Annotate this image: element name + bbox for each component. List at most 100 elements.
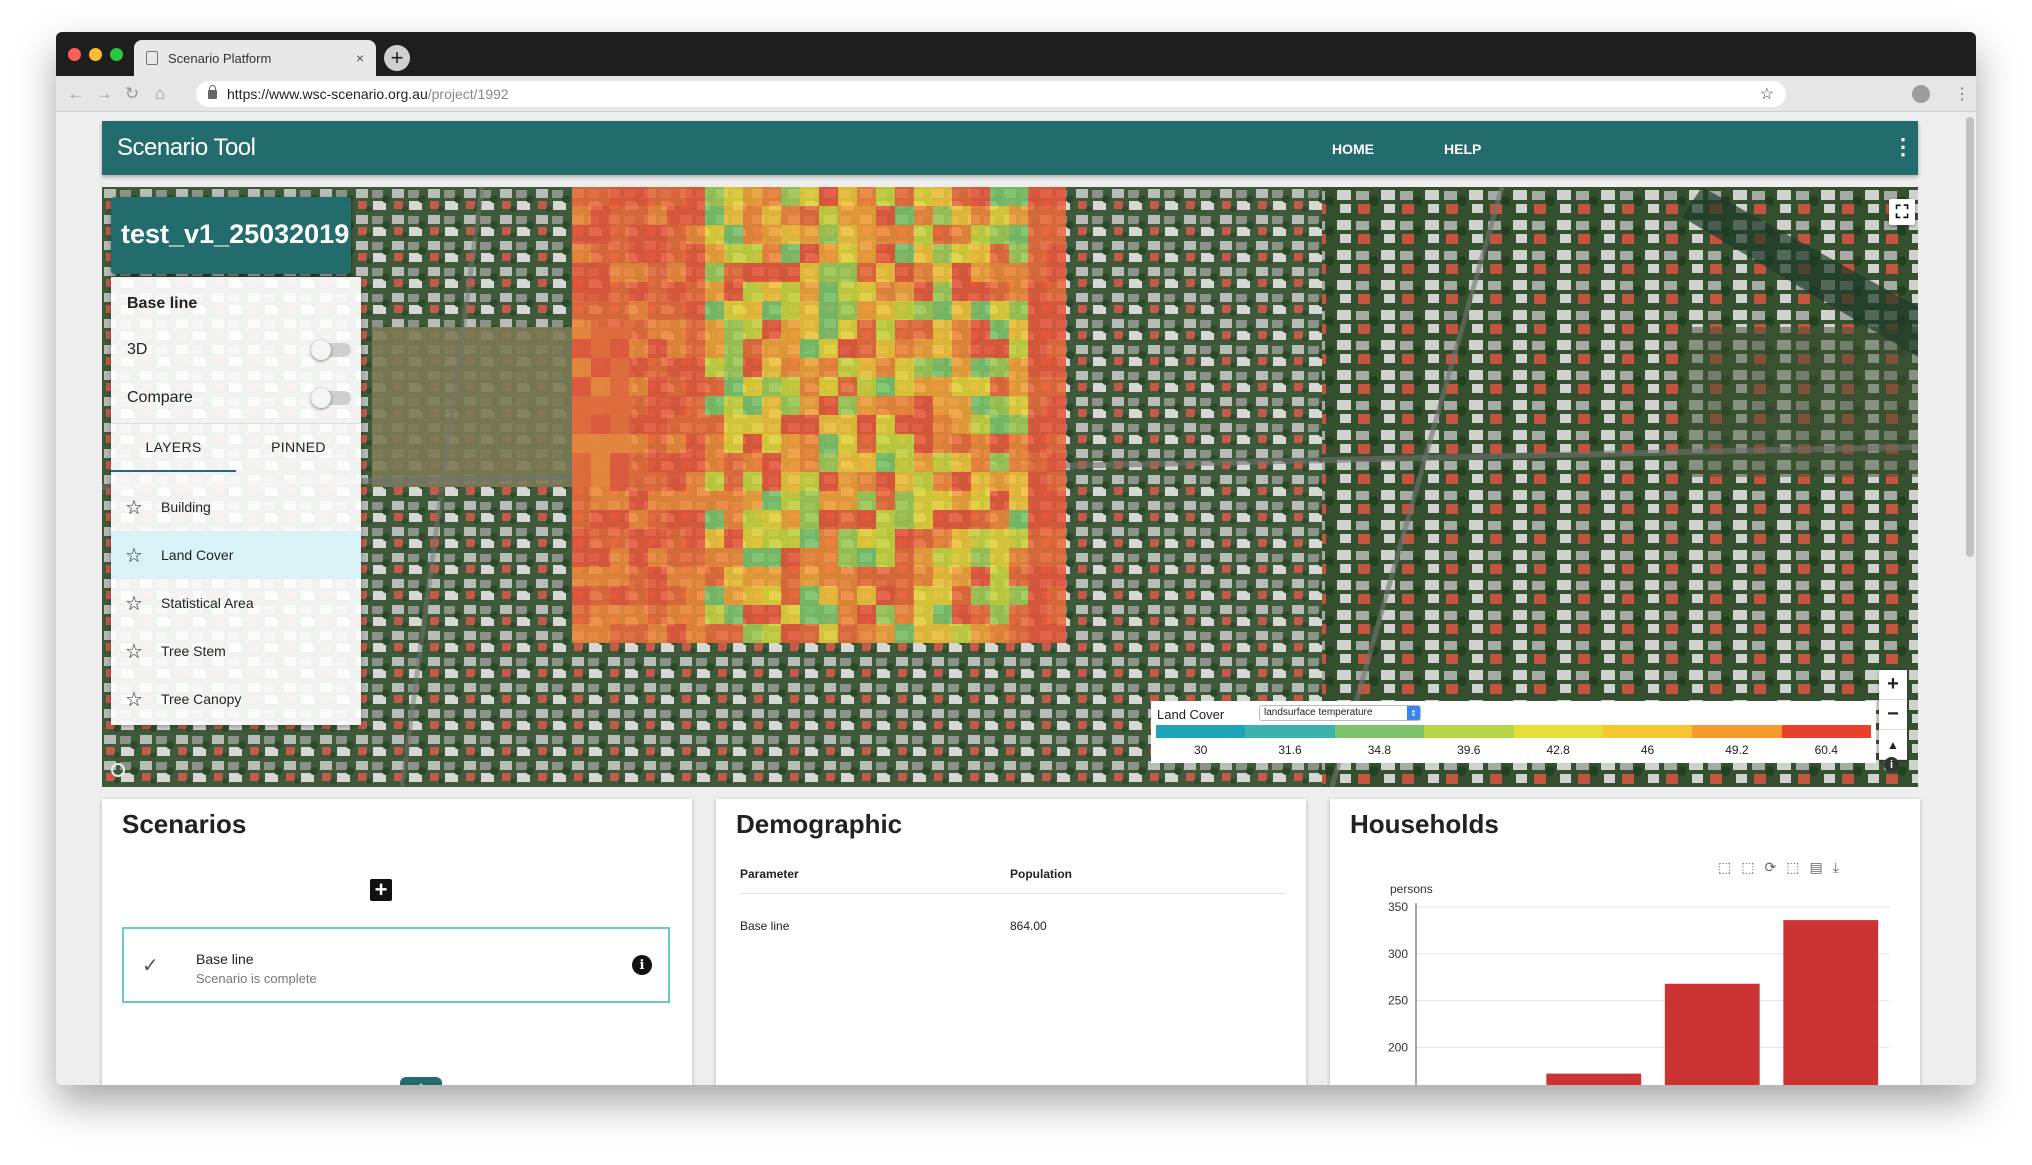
browser-tab[interactable]: Scenario Platform ×: [134, 40, 376, 76]
heatmap-cell: [591, 206, 610, 225]
heatmap-cell: [648, 244, 667, 263]
layer-item-tree-canopy[interactable]: ☆ Tree Canopy: [111, 675, 361, 723]
heatmap-cell: [800, 529, 819, 548]
heatmap-cell: [819, 301, 838, 320]
zoom-in-button[interactable]: +: [1879, 670, 1907, 700]
heatmap-cell: [686, 567, 705, 586]
heatmap-cell: [762, 548, 781, 567]
new-tab-button[interactable]: +: [384, 45, 410, 71]
heatmap-cell: [743, 529, 762, 548]
heatmap-cell: [819, 453, 838, 472]
heatmap-cell: [591, 377, 610, 396]
heatmap-cell: [686, 472, 705, 491]
heatmap-cell: [648, 434, 667, 453]
chart-bar[interactable]: [1664, 983, 1760, 1085]
heatmap-cell: [667, 624, 686, 643]
pin-star-icon[interactable]: ☆: [125, 591, 147, 616]
heatmap-cell: [857, 358, 876, 377]
heatmap-cell: [610, 244, 629, 263]
traffic-lights: [68, 48, 123, 61]
heatmap-cell: [933, 548, 952, 567]
layer-item-statistical-area[interactable]: ☆ Statistical Area: [111, 579, 361, 627]
heatmap-cell: [800, 339, 819, 358]
heatmap-cell: [781, 453, 800, 472]
map-legend: Land Cover landsurface temperature ⇕ 30 …: [1151, 701, 1876, 763]
zoom-icon[interactable]: ⬚: [1718, 859, 1731, 876]
toggle-compare-switch[interactable]: [311, 388, 351, 408]
heatmap-cell: [838, 415, 857, 434]
select-icon[interactable]: ⬚: [1786, 859, 1799, 876]
pin-star-icon[interactable]: ☆: [125, 639, 147, 664]
tab-layers[interactable]: LAYERS: [111, 439, 236, 455]
heatmap-cell: [1009, 225, 1028, 244]
heatmap-cell: [686, 301, 705, 320]
download-icon[interactable]: ⤓: [1833, 859, 1839, 876]
heatmap-cell: [762, 396, 781, 415]
toggle-3d-switch[interactable]: [311, 340, 351, 360]
heatmap-cell: [1009, 244, 1028, 263]
heatmap-cell: [990, 263, 1009, 282]
browser-menu-icon[interactable]: ⋮: [1954, 84, 1970, 104]
heatmap-cell: [686, 605, 705, 624]
layer-item-land-cover[interactable]: ☆ Land Cover: [111, 531, 361, 579]
more-menu-icon[interactable]: ⋮: [1892, 134, 1914, 160]
back-icon[interactable]: ←: [64, 82, 88, 106]
close-tab-icon[interactable]: ×: [356, 50, 364, 66]
pin-star-icon[interactable]: ☆: [125, 543, 147, 568]
pin-star-icon[interactable]: ☆: [125, 687, 147, 712]
land-cover-heatmap: [572, 187, 1066, 643]
layer-item-tree-stem[interactable]: ☆ Tree Stem: [111, 627, 361, 675]
reload-icon[interactable]: ↻: [120, 82, 144, 106]
compass-icon[interactable]: ▲: [1879, 730, 1907, 760]
page-scrollbar[interactable]: [1966, 117, 1974, 557]
layer-label: Building: [161, 499, 211, 515]
nav-home-link[interactable]: HOME: [1332, 141, 1374, 157]
collapse-chevron-up-icon[interactable]: ⌃: [400, 1077, 442, 1085]
forward-icon[interactable]: →: [92, 82, 116, 106]
heatmap-cell: [686, 396, 705, 415]
map-attribution-info-icon[interactable]: i: [1884, 757, 1899, 772]
nav-help-link[interactable]: HELP: [1444, 141, 1481, 157]
pin-star-icon[interactable]: ☆: [125, 495, 147, 520]
layer-item-building[interactable]: ☆ Building: [111, 483, 361, 531]
heatmap-cell: [933, 605, 952, 624]
active-tab-indicator: [111, 470, 236, 472]
heatmap-cell: [667, 472, 686, 491]
heatmap-cell: [1009, 377, 1028, 396]
zoom-reset-icon[interactable]: ⬚: [1741, 859, 1754, 876]
tab-pinned[interactable]: PINNED: [236, 439, 361, 455]
heatmap-cell: [952, 472, 971, 491]
heatmap-cell: [971, 339, 990, 358]
maximize-window-button[interactable]: [110, 48, 123, 61]
close-window-button[interactable]: [68, 48, 81, 61]
zoom-out-button[interactable]: −: [1879, 700, 1907, 730]
bookmark-star-icon[interactable]: ☆: [1760, 84, 1774, 104]
data-view-icon[interactable]: ▤: [1809, 859, 1822, 876]
heatmap-cell: [933, 586, 952, 605]
scenario-item[interactable]: ✓ Base line Scenario is complete i: [122, 927, 670, 1003]
home-icon[interactable]: ⌂: [148, 82, 172, 106]
legend-attribute-select[interactable]: landsurface temperature ⇕: [1259, 705, 1421, 721]
chart-bar[interactable]: [1546, 1073, 1642, 1085]
heatmap-cell: [1009, 491, 1028, 510]
heatmap-cell: [648, 624, 667, 643]
heatmap-cell: [895, 301, 914, 320]
add-scenario-button[interactable]: +: [370, 879, 392, 901]
scenario-info-icon[interactable]: i: [632, 955, 652, 975]
fullscreen-icon[interactable]: ⛶: [1889, 199, 1915, 225]
heatmap-cell: [819, 510, 838, 529]
profile-avatar-icon[interactable]: [1912, 85, 1930, 103]
heatmap-cell: [591, 225, 610, 244]
heatmap-cell: [933, 377, 952, 396]
heatmap-cell: [1028, 434, 1047, 453]
heatmap-cell: [648, 491, 667, 510]
heatmap-cell: [819, 377, 838, 396]
map-view[interactable]: test_v1_25032019 Base line 3D Compare LA…: [102, 187, 1918, 787]
chart-bar[interactable]: [1783, 920, 1879, 1085]
minimize-window-button[interactable]: [89, 48, 102, 61]
heatmap-cell: [895, 605, 914, 624]
restore-icon[interactable]: ⟳: [1764, 859, 1776, 876]
heatmap-cell: [705, 548, 724, 567]
address-bar[interactable]: https://www.wsc-scenario.org.au/project/…: [196, 81, 1786, 107]
select-arrow-icon: ⇕: [1407, 706, 1420, 720]
